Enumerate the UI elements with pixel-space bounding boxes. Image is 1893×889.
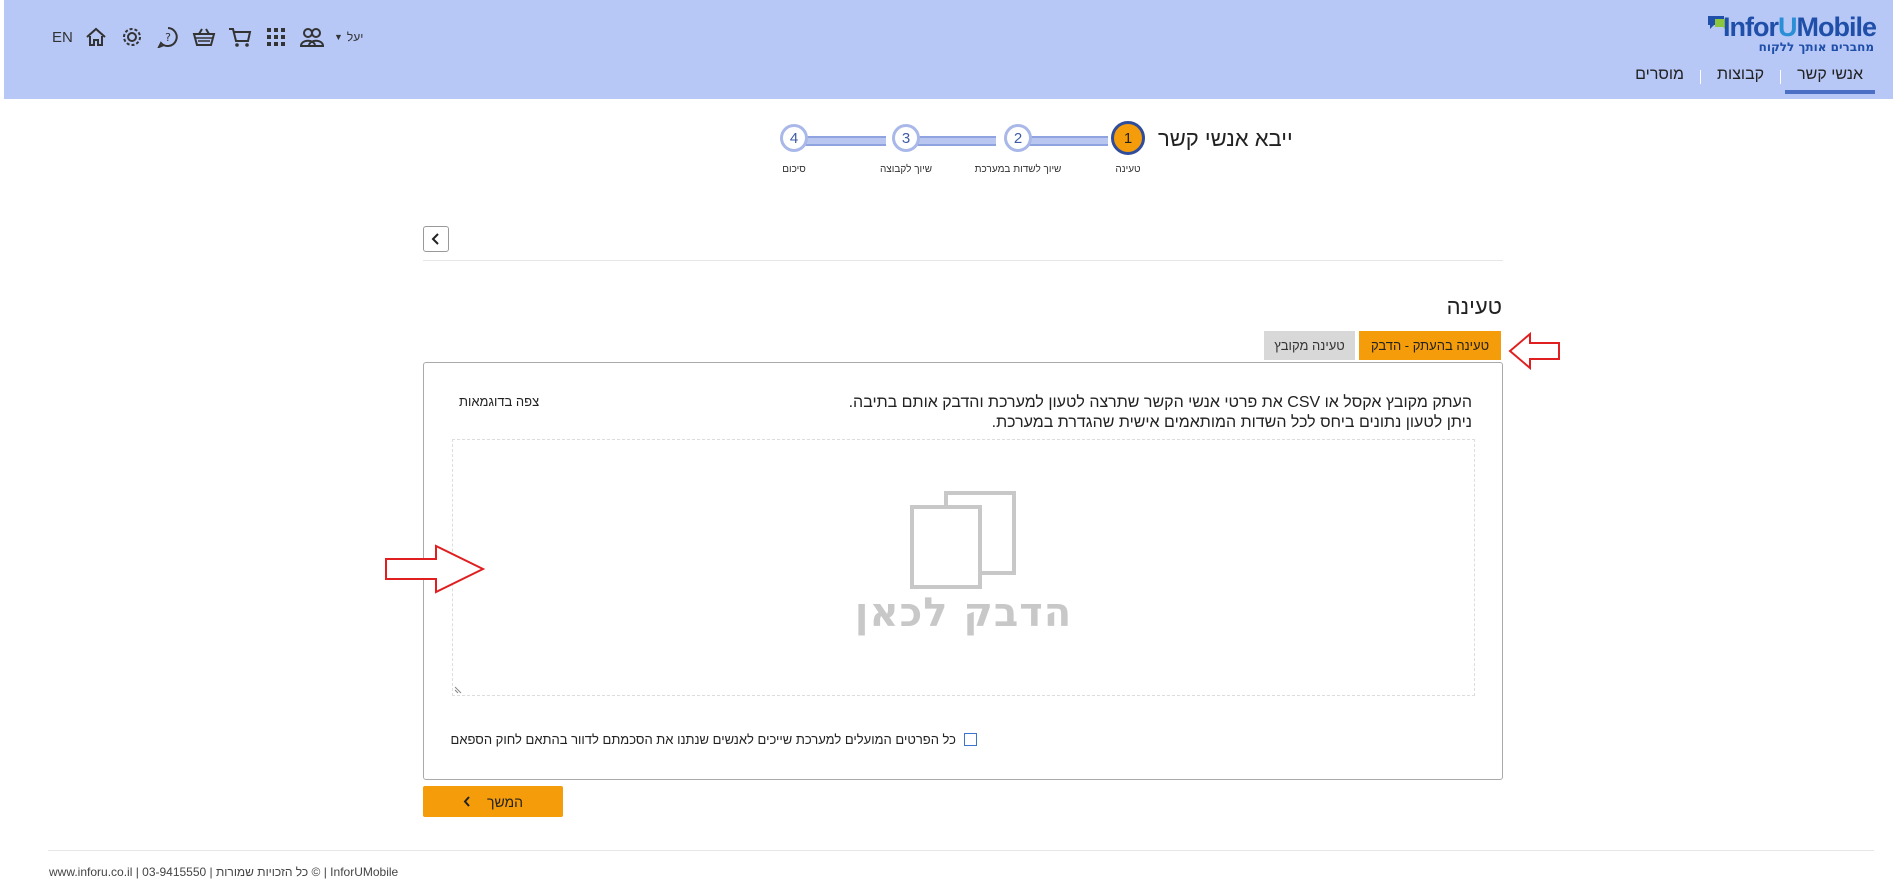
step-4-circle: 4 <box>780 124 808 152</box>
chevron-down-icon: ▼ <box>334 32 343 42</box>
step-3-label: שיוך לקבוצה <box>879 164 933 175</box>
upload-panel: העתק מקובץ אקסל או CSV את פרטי אנשי הקשר… <box>423 362 1503 780</box>
instructions-line: ניתן לטעון נתונים ביחס לכל השדות המותאמי… <box>991 414 1472 431</box>
paste-placeholder: הדבק לכאן <box>854 590 1073 636</box>
main-nav: אנשי קשר קבוצות מוסרים <box>1623 60 1875 94</box>
paste-textarea[interactable]: הדבק לכאן <box>452 439 1475 696</box>
view-examples-link[interactable]: צפה בדוגמאות <box>459 394 539 409</box>
continue-button[interactable]: המשך <box>423 786 563 817</box>
step-1-label: טעינה <box>1115 164 1141 175</box>
inforu-logo[interactable]: InforUMobile מחברים אותך ללקוח <box>1706 12 1877 56</box>
section-title: טעינה <box>1446 294 1502 319</box>
chevron-left-icon <box>431 233 439 245</box>
consent-label: כל הפרטים המועלים למערכת שייכים לאנשים ש… <box>450 732 956 747</box>
logo-brand: InforUMobile <box>1723 12 1877 42</box>
home-icon[interactable] <box>78 22 114 52</box>
nav-divider <box>1700 70 1701 84</box>
step-2-circle: 2 <box>1004 124 1032 152</box>
top-header: EN ? ▼ יעל InforUMobile מחברים אותך ללקו… <box>4 0 1893 99</box>
resize-handle-icon[interactable] <box>454 686 462 694</box>
logo-tagline: מחברים אותך ללקוח <box>1758 40 1874 54</box>
step-4-label: סיכום <box>782 164 806 175</box>
back-button[interactable] <box>423 226 449 252</box>
footer-text: www.inforu.co.il | 03-9415550 | כל הזכוי… <box>49 865 399 879</box>
step-2-label: שיוך לשדות במערכת <box>974 164 1062 175</box>
users-icon[interactable] <box>294 22 330 52</box>
gear-icon[interactable] <box>114 22 150 52</box>
nav-item-senders[interactable]: מוסרים <box>1623 60 1696 94</box>
continue-label: המשך <box>486 793 524 810</box>
footer-divider <box>48 850 1874 851</box>
consent-row: כל הפרטים המועלים למערכת שייכים לאנשים ש… <box>451 732 977 747</box>
annotation-arrow-left-icon <box>1508 331 1560 371</box>
chevron-left-icon <box>463 796 470 807</box>
cart-icon[interactable] <box>222 22 258 52</box>
nav-divider <box>1780 70 1782 84</box>
language-switch[interactable]: EN <box>52 29 78 46</box>
step-1-circle: 1 <box>1111 121 1145 155</box>
help-icon[interactable]: ? <box>150 22 186 52</box>
svg-text:?: ? <box>165 31 171 44</box>
wizard-title: ייבא אנשי קשר <box>1158 126 1293 151</box>
copy-pages-icon <box>910 491 1016 589</box>
basket-icon[interactable] <box>186 22 222 52</box>
apps-grid-icon[interactable] <box>258 22 294 52</box>
nav-item-groups[interactable]: קבוצות <box>1705 60 1776 94</box>
tab-paste-upload[interactable]: טעינה בהעתק - הדבק <box>1359 331 1501 360</box>
tab-file-upload[interactable]: טעינה מקובץ <box>1264 331 1355 360</box>
divider <box>423 260 1503 261</box>
instructions-line: העתק מקובץ אקסל או CSV את פרטי אנשי הקשר… <box>848 394 1472 411</box>
consent-checkbox[interactable] <box>964 733 977 746</box>
nav-item-contacts[interactable]: אנשי קשר <box>1785 60 1875 94</box>
user-menu[interactable]: ▼ יעל <box>334 30 363 44</box>
user-name: יעל <box>346 30 364 44</box>
header-toolbar: EN ? ▼ יעל <box>52 22 363 52</box>
upload-instructions: העתק מקובץ אקסל או CSV את פרטי אנשי הקשר… <box>849 393 1472 433</box>
annotation-arrow-right-icon <box>385 544 486 594</box>
step-3-circle: 3 <box>892 124 920 152</box>
